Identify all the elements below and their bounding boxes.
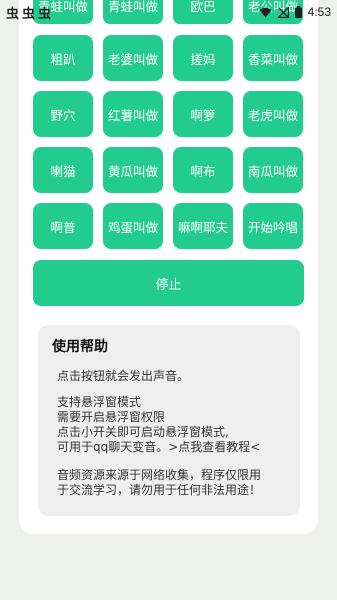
sound-button[interactable]: 嘛啊耶夫 xyxy=(173,203,233,249)
sound-button[interactable]: 鸡蛋叫做 xyxy=(103,203,163,249)
help-text: 于交流学习，请勿用于任何非法用途！ xyxy=(57,483,262,497)
notification-icons: 虫 虫 虫 xyxy=(6,3,51,22)
sound-button[interactable]: 红薯叫做 xyxy=(103,91,163,137)
help-text: 点击按钮就会发出声音。 xyxy=(57,369,190,383)
signal-icon xyxy=(277,6,289,18)
bug-icon: 虫 xyxy=(6,6,20,22)
sound-button[interactable]: 啊布 xyxy=(173,147,233,193)
clock: 4:53 xyxy=(307,5,331,19)
sound-button[interactable]: 啊普 xyxy=(33,203,93,249)
sound-button[interactable]: 野穴 xyxy=(33,91,93,137)
sound-button[interactable]: 啊箩 xyxy=(173,91,233,137)
tutorial-link[interactable]: 可用于qq聊天变音。>点我查看教程< xyxy=(57,438,260,455)
sound-button[interactable]: 搓妈 xyxy=(173,35,233,81)
battery-icon xyxy=(294,6,302,18)
sound-button[interactable]: 南瓜叫做 xyxy=(243,147,303,193)
help-panel: 使用帮助 点击按钮就会发出声音。 支持悬浮窗模式 需要开启悬浮窗权限 点击小开关… xyxy=(38,325,300,516)
sound-button[interactable]: 老婆叫做 xyxy=(103,35,163,81)
sound-button[interactable]: 黄瓜叫做 xyxy=(103,147,163,193)
bug-icon: 虫 xyxy=(38,6,52,22)
sound-button[interactable]: 粗趴 xyxy=(33,35,93,81)
sound-button[interactable]: 喇猫 xyxy=(33,147,93,193)
wifi-icon xyxy=(259,7,272,17)
status-bar: 虫 虫 虫 4:53 xyxy=(0,0,337,24)
sound-button[interactable]: 香菜叫做 xyxy=(243,35,303,81)
stop-button[interactable]: 停止 xyxy=(33,260,304,306)
sound-button[interactable]: 开始吟唱 xyxy=(243,203,303,249)
sound-button[interactable]: 老虎叫做 xyxy=(243,91,303,137)
app-screen: 青蛙叫做 青蛙叫做 欧巴 老公叫做 虫 虫 虫 4:53 粗趴 老婆叫做 搓妈 … xyxy=(0,0,337,600)
help-title: 使用帮助 xyxy=(52,339,108,355)
bug-icon: 虫 xyxy=(22,6,36,22)
system-icons: 4:53 xyxy=(259,5,331,19)
